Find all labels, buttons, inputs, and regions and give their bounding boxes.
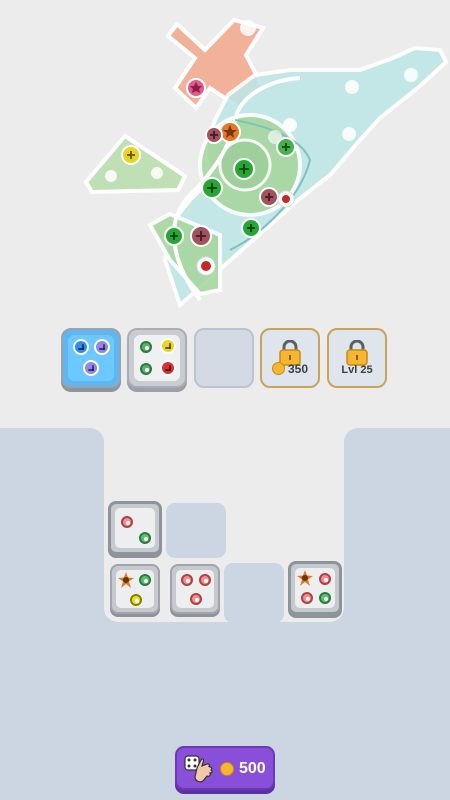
screw-hole <box>139 574 151 586</box>
hole <box>345 80 359 94</box>
screw-icon[interactable] <box>259 187 279 207</box>
coin-icon <box>220 762 234 776</box>
screw-icon[interactable] <box>205 126 223 144</box>
screw-hole <box>140 363 152 375</box>
screw-icon[interactable] <box>219 121 241 143</box>
lock-icon <box>346 340 368 366</box>
hole <box>342 127 356 141</box>
screw-hole <box>139 532 151 544</box>
dice-hand-icon <box>184 755 213 783</box>
screw-hole <box>121 516 133 528</box>
unlock-level-label: Lvl 25 <box>341 364 373 376</box>
screw-hole <box>190 593 202 605</box>
box-board <box>0 428 450 800</box>
screw-icon[interactable] <box>121 145 141 165</box>
tray-slot-2[interactable] <box>127 328 187 388</box>
screw-hole <box>140 341 152 353</box>
screw-box[interactable] <box>108 501 162 555</box>
screw-icon[interactable] <box>277 190 295 208</box>
hole <box>404 68 418 82</box>
unlock-price: 350 <box>262 362 318 376</box>
screw-icon[interactable] <box>186 78 206 98</box>
screw-icon[interactable] <box>201 177 223 199</box>
screw-hole <box>319 573 331 585</box>
screw-icon <box>73 339 89 355</box>
screw-icon[interactable] <box>196 256 216 276</box>
screw-icon <box>94 339 110 355</box>
screw-box[interactable] <box>110 564 160 614</box>
screw-box[interactable] <box>170 564 220 614</box>
tray-slot-3[interactable] <box>194 328 254 388</box>
buy-box-button[interactable]: 500 <box>175 746 275 790</box>
puzzle-area <box>83 17 449 309</box>
screw-icon <box>83 360 99 376</box>
screw-hole <box>301 592 313 604</box>
tray-slot-locked-level[interactable]: Lvl 25 <box>327 328 387 388</box>
screw-icon[interactable] <box>241 218 261 238</box>
unlock-price-label: 350 <box>287 362 309 376</box>
screw-icon[interactable] <box>233 158 255 180</box>
hole <box>151 167 163 179</box>
star-screw-icon <box>297 570 313 586</box>
screw-icon <box>160 338 176 354</box>
tray-slot-locked-coins[interactable]: 350 <box>260 328 320 388</box>
screw-hole <box>199 574 211 586</box>
tray-slot-1[interactable] <box>61 328 121 388</box>
screw-hole <box>181 574 193 586</box>
hole <box>283 118 297 132</box>
board-background <box>0 428 450 800</box>
screw-icon <box>160 360 176 376</box>
hole <box>268 130 282 144</box>
screw-box[interactable] <box>288 561 342 615</box>
star-screw-icon <box>118 572 134 588</box>
screw-hole <box>130 594 142 606</box>
buy-price: 500 <box>239 760 266 777</box>
coin-icon <box>271 362 285 375</box>
screw-hole <box>319 592 331 604</box>
hole <box>240 20 256 36</box>
hole <box>105 170 117 182</box>
screw-icon[interactable] <box>164 226 184 246</box>
screw-icon[interactable] <box>190 225 212 247</box>
triangle-piece[interactable] <box>83 133 188 195</box>
